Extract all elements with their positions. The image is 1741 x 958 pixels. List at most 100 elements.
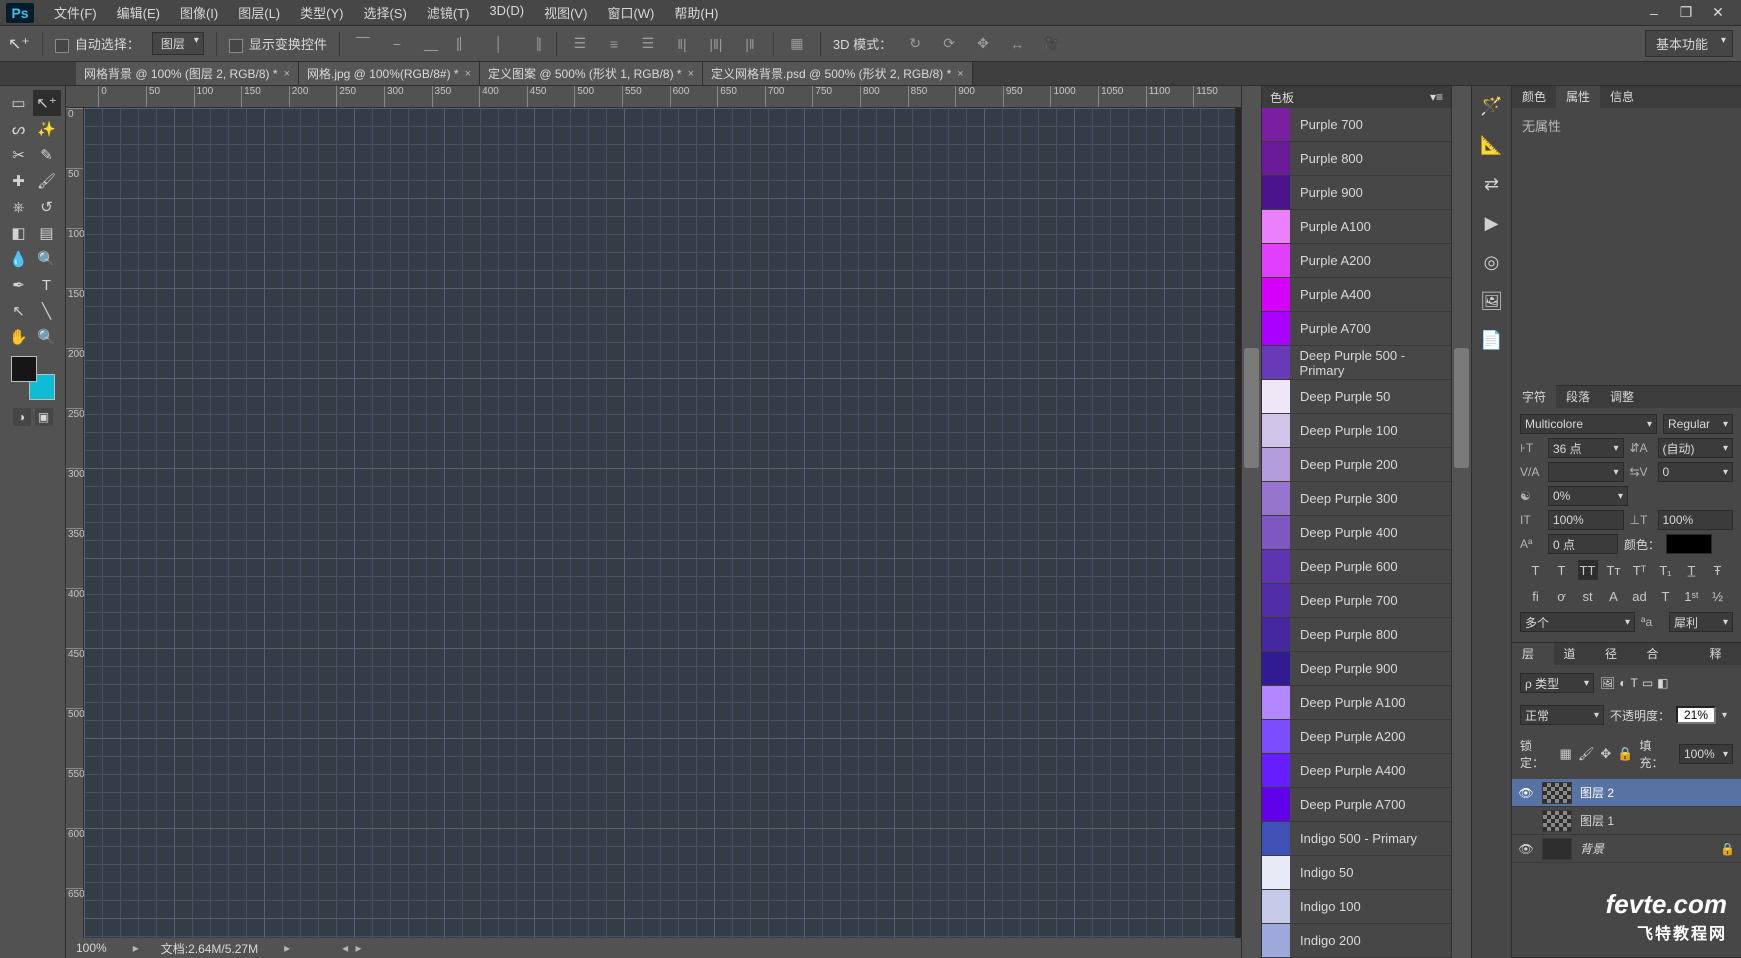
layer-visibility-icon[interactable]: 👁 xyxy=(1518,842,1534,856)
pen-tool-icon[interactable]: ✒ xyxy=(5,272,33,298)
opentype-button[interactable]: 1ˢᵗ xyxy=(1682,586,1702,606)
tab-notes[interactable]: 注释 xyxy=(1699,643,1741,665)
layer-filter-icon[interactable]: 🖼 xyxy=(1600,676,1615,690)
swatch-item[interactable]: Deep Purple 100 xyxy=(1262,414,1451,448)
text-style-button[interactable]: T̲ xyxy=(1682,560,1702,580)
eraser-tool-icon[interactable]: ◧ xyxy=(5,220,33,246)
3d-orbit-icon[interactable]: ↻ xyxy=(904,33,926,55)
text-color-swatch[interactable] xyxy=(1666,534,1712,554)
text-style-button[interactable]: Ŧ xyxy=(1708,560,1728,580)
panel-menu-icon[interactable]: ▾≡ xyxy=(1430,90,1443,104)
layer-filter-icon[interactable]: ▭ xyxy=(1642,676,1653,690)
marquee-tool-icon[interactable]: ▭ xyxy=(5,90,33,116)
show-transform-checkbox[interactable]: 显示变换控件 xyxy=(229,34,327,53)
brush-tool-icon[interactable]: 🖌 xyxy=(33,168,61,194)
menu-item[interactable]: 图像(I) xyxy=(170,3,228,22)
swatch-item[interactable]: Purple A200 xyxy=(1262,244,1451,278)
3d-slide-icon[interactable]: ↔ xyxy=(1006,33,1028,55)
swatch-item[interactable]: Deep Purple 600 xyxy=(1262,550,1451,584)
tab-adjustments[interactable]: 调整 xyxy=(1600,385,1644,408)
lasso-tool-icon[interactable]: ᔕ xyxy=(5,116,33,142)
menu-item[interactable]: 窗口(W) xyxy=(597,3,664,22)
text-style-button[interactable]: TT xyxy=(1578,560,1598,580)
align-left-icon[interactable]: |⎸ xyxy=(454,33,476,55)
scroll-handle[interactable] xyxy=(1244,348,1259,468)
leading-field[interactable]: (自动) xyxy=(1658,438,1734,458)
text-style-button[interactable]: T xyxy=(1552,560,1572,580)
layer-name[interactable]: 图层 1 xyxy=(1580,812,1614,829)
layer-filter-icon[interactable]: ◐ xyxy=(1619,676,1626,690)
tab-channels[interactable]: 通道 xyxy=(1554,643,1596,665)
swatch-item[interactable]: Purple 800 xyxy=(1262,142,1451,176)
text-style-button[interactable]: T xyxy=(1526,560,1546,580)
layer-name[interactable]: 背景 xyxy=(1580,840,1604,857)
language-dropdown[interactable]: 多个 xyxy=(1520,612,1635,632)
menu-item[interactable]: 滤镜(T) xyxy=(417,3,480,22)
tab-layer-comps[interactable]: 图层复合 xyxy=(1637,643,1700,665)
collapsed-panel-icon[interactable]: 📄 xyxy=(1480,330,1502,351)
move-tool-icon[interactable]: ↖⁺ xyxy=(33,90,61,116)
lock-transparent-icon[interactable]: ▦ xyxy=(1560,746,1572,762)
dodge-tool-icon[interactable]: 🔍 xyxy=(33,246,61,272)
path-select-tool-icon[interactable]: ↖ xyxy=(5,298,33,324)
tab-color[interactable]: 颜色 xyxy=(1512,86,1556,108)
opentype-button[interactable]: A xyxy=(1604,586,1624,606)
swatch-item[interactable]: Deep Purple 700 xyxy=(1262,584,1451,618)
blend-mode-dropdown[interactable]: 正常 xyxy=(1520,705,1604,725)
opentype-button[interactable]: ơ xyxy=(1552,586,1572,606)
tab-layers[interactable]: 图层 xyxy=(1512,643,1554,665)
text-style-button[interactable]: Tт xyxy=(1604,560,1624,580)
lock-all-icon[interactable]: 🔒 xyxy=(1617,746,1633,762)
document-tab[interactable]: 定义图案 @ 500% (形状 1, RGB/8) *× xyxy=(480,62,703,85)
document-tab[interactable]: 网格.jpg @ 100%(RGB/8#) *× xyxy=(299,62,480,85)
font-family-dropdown[interactable]: Multicolore xyxy=(1520,414,1657,434)
layer-row[interactable]: 👁图层 2 xyxy=(1512,779,1741,807)
font-size-field[interactable]: 36 点 xyxy=(1548,438,1624,458)
maximize-button[interactable]: ❐ xyxy=(1675,4,1697,22)
minimize-button[interactable]: – xyxy=(1643,4,1665,22)
layer-name[interactable]: 图层 2 xyxy=(1580,784,1614,801)
swatch-item[interactable]: Deep Purple 200 xyxy=(1262,448,1451,482)
distribute-right-icon[interactable]: |‖ xyxy=(739,33,761,55)
history-brush-tool-icon[interactable]: ↺ xyxy=(33,194,61,220)
distribute-left-icon[interactable]: ‖| xyxy=(671,33,693,55)
close-button[interactable]: ✕ xyxy=(1707,4,1729,22)
auto-select-checkbox[interactable]: 自动选择： xyxy=(55,34,140,53)
menu-item[interactable]: 图层(L) xyxy=(228,3,290,22)
lock-position-icon[interactable]: ✥ xyxy=(1600,746,1611,762)
distribute-vcenter-icon[interactable]: ≡ xyxy=(603,33,625,55)
crop-tool-icon[interactable]: ✂ xyxy=(5,142,33,168)
tab-character[interactable]: 字符 xyxy=(1512,385,1556,408)
layer-thumbnail[interactable] xyxy=(1542,782,1572,804)
menu-item[interactable]: 选择(S) xyxy=(353,3,416,22)
distribute-bottom-icon[interactable]: ☰ xyxy=(637,33,659,55)
opentype-button[interactable]: st xyxy=(1578,586,1598,606)
collapsed-panel-icon[interactable]: 🪄 xyxy=(1480,96,1502,117)
distribute-hcenter-icon[interactable]: |‖| xyxy=(705,33,727,55)
kerning-field[interactable]: 0 xyxy=(1658,462,1734,482)
tab-paragraph[interactable]: 段落 xyxy=(1556,385,1600,408)
swatch-item[interactable]: Deep Purple 300 xyxy=(1262,482,1451,516)
blur-tool-icon[interactable]: 💧 xyxy=(5,246,33,272)
layer-kind-filter[interactable]: ρ 类型 xyxy=(1520,673,1594,693)
magic-wand-tool-icon[interactable]: ✨ xyxy=(33,116,61,142)
layer-thumbnail[interactable] xyxy=(1542,838,1572,860)
align-bottom-icon[interactable]: ⎽ xyxy=(420,33,442,55)
document-tab[interactable]: 网格背景 @ 100% (图层 2, RGB/8) *× xyxy=(76,62,299,85)
align-right-icon[interactable]: ⎹| xyxy=(522,33,544,55)
menu-item[interactable]: 3D(D) xyxy=(479,3,534,22)
menu-item[interactable]: 编辑(E) xyxy=(107,3,170,22)
swatch-item[interactable]: Deep Purple A700 xyxy=(1262,788,1451,822)
align-hcenter-icon[interactable]: │ xyxy=(488,33,510,55)
collapsed-panel-icon[interactable]: 📐 xyxy=(1480,135,1502,156)
scroll-handle[interactable] xyxy=(1454,348,1469,468)
swatch-item[interactable]: Deep Purple 50 xyxy=(1262,380,1451,414)
collapsed-panel-icon[interactable]: ▶ xyxy=(1485,213,1499,234)
menu-item[interactable]: 帮助(H) xyxy=(664,3,728,22)
opentype-button[interactable]: T xyxy=(1656,586,1676,606)
swatch-item[interactable]: Deep Purple 400 xyxy=(1262,516,1451,550)
auto-align-icon[interactable]: ▦ xyxy=(786,33,808,55)
canvas[interactable] xyxy=(84,108,1235,938)
layer-row[interactable]: 图层 1 xyxy=(1512,807,1741,835)
clone-stamp-tool-icon[interactable]: ⎈ xyxy=(5,194,33,220)
